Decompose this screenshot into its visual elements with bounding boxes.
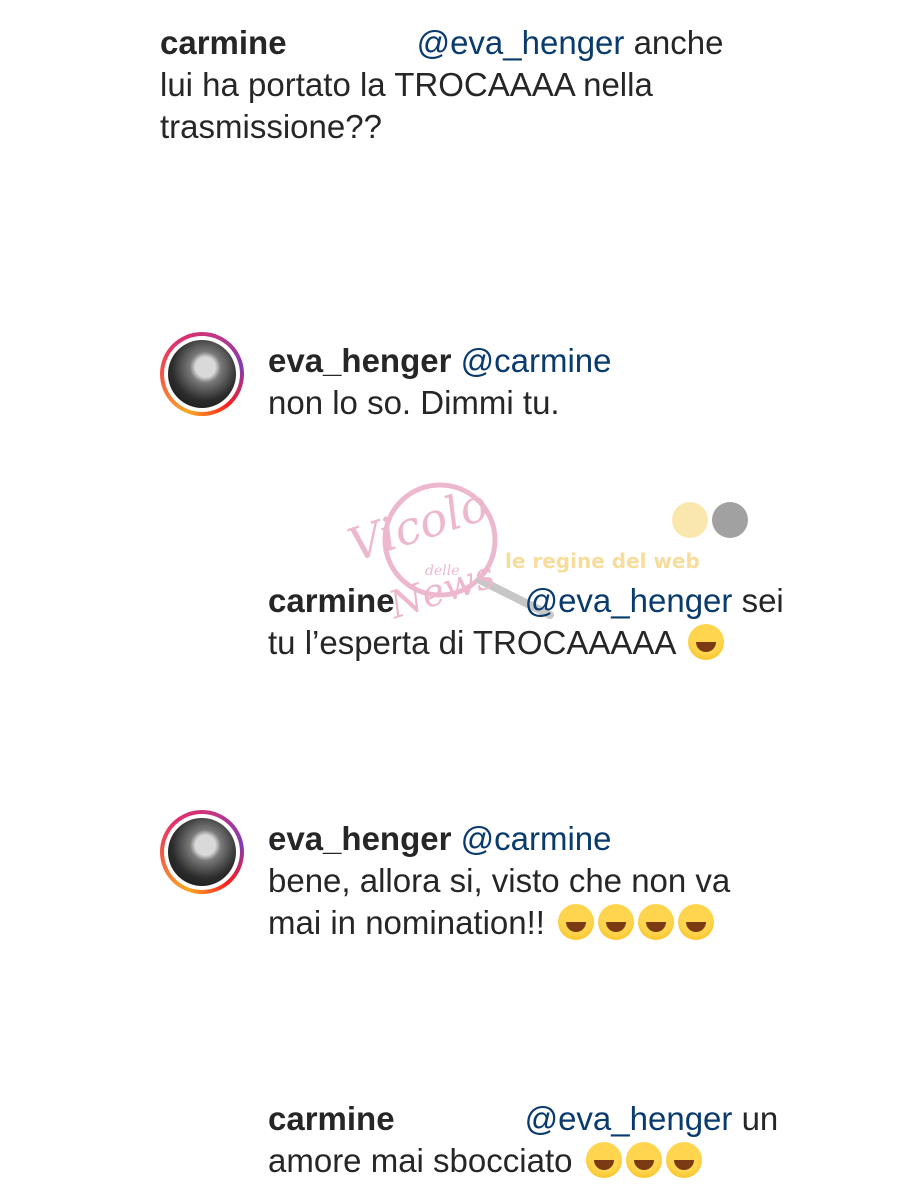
comment-5: carmine @eva_henger un amore mai sbocciat… — [268, 1098, 778, 1182]
thinking-face-icon — [585, 1142, 622, 1178]
comment-mention[interactable]: @carmine — [461, 342, 612, 379]
profile-photo-icon — [168, 340, 236, 408]
face-with-tears-of-joy-icon — [598, 904, 635, 940]
comment-text: lui ha portato la TROCAAAA nella — [160, 66, 653, 103]
comment-text: non lo so. Dimmi tu. — [268, 384, 560, 421]
comment-1: carmine @eva_henger anche lui ha portato … — [160, 22, 724, 148]
comment-mention[interactable]: @carmine — [461, 820, 612, 857]
comment-text: amore mai sbocciato — [268, 1142, 573, 1179]
comment-text: un — [741, 1100, 779, 1137]
comment-username[interactable]: carmine — [268, 582, 395, 619]
comment-text: tu l’esperta di TROCAAAAA — [268, 624, 675, 661]
comment-first-line: carmine @eva_henger anche — [160, 22, 724, 64]
comment-mention[interactable]: @eva_henger — [525, 1100, 733, 1137]
comment-3: carmine @eva_henger sei tu l’esperta di T… — [268, 580, 784, 664]
face-with-tears-of-joy-icon — [665, 1142, 702, 1178]
comment-text: bene, allora si, visto che non va — [268, 862, 731, 899]
avatar[interactable] — [160, 332, 244, 416]
comment-username[interactable]: carmine — [268, 1100, 395, 1137]
face-with-tears-of-joy-icon — [687, 624, 724, 660]
comment-mention[interactable]: @eva_henger — [417, 24, 625, 61]
comment-4: eva_henger @carmine bene, allora si, vis… — [268, 818, 730, 944]
face-with-tears-of-joy-icon — [678, 904, 715, 940]
face-with-tears-of-joy-icon — [638, 904, 675, 940]
comment-username[interactable]: eva_henger — [268, 820, 451, 857]
profile-photo-icon — [168, 818, 236, 886]
avatar[interactable] — [160, 810, 244, 894]
comment-mention[interactable]: @eva_henger — [525, 582, 733, 619]
watermark-tagline: le regine del web — [505, 549, 700, 573]
comment-username[interactable]: carmine — [160, 24, 287, 61]
face-with-tears-of-joy-icon — [558, 904, 595, 940]
comment-text: sei — [741, 582, 784, 619]
comment-text: mai in nomination!! — [268, 904, 545, 941]
comment-2: eva_henger @carmine non lo so. Dimmi tu. — [268, 340, 611, 424]
comment-text: trasmissione?? — [160, 108, 382, 145]
comment-text: anche — [633, 24, 724, 61]
loudly-crying-face-icon — [625, 1142, 662, 1178]
comment-username[interactable]: eva_henger — [268, 342, 451, 379]
